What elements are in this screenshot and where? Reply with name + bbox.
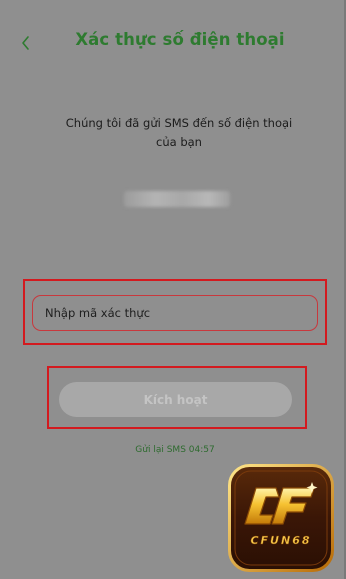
watermark-text: CFUN68 bbox=[250, 534, 311, 547]
app-header: Xác thực số điện thoại bbox=[0, 24, 346, 64]
phone-verification-screen: Xác thực số điện thoại Chúng tôi đã gửi … bbox=[0, 0, 346, 579]
verification-code-input[interactable] bbox=[32, 295, 318, 331]
resend-sms-link[interactable]: Gửi lại SMS 04:57 bbox=[60, 445, 290, 455]
page-title: Xác thực số điện thoại bbox=[75, 30, 285, 49]
masked-phone-number bbox=[124, 191, 230, 207]
cf-logo-icon: CFUN68 bbox=[228, 464, 334, 572]
activate-button[interactable]: Kích hoạt bbox=[59, 382, 292, 417]
watermark-logo: CFUN68 bbox=[228, 464, 334, 572]
sms-sent-message: Chúng tôi đã gửi SMS đến số điện thoại c… bbox=[65, 116, 293, 149]
back-button[interactable] bbox=[14, 30, 38, 56]
chevron-left-icon bbox=[22, 36, 29, 50]
